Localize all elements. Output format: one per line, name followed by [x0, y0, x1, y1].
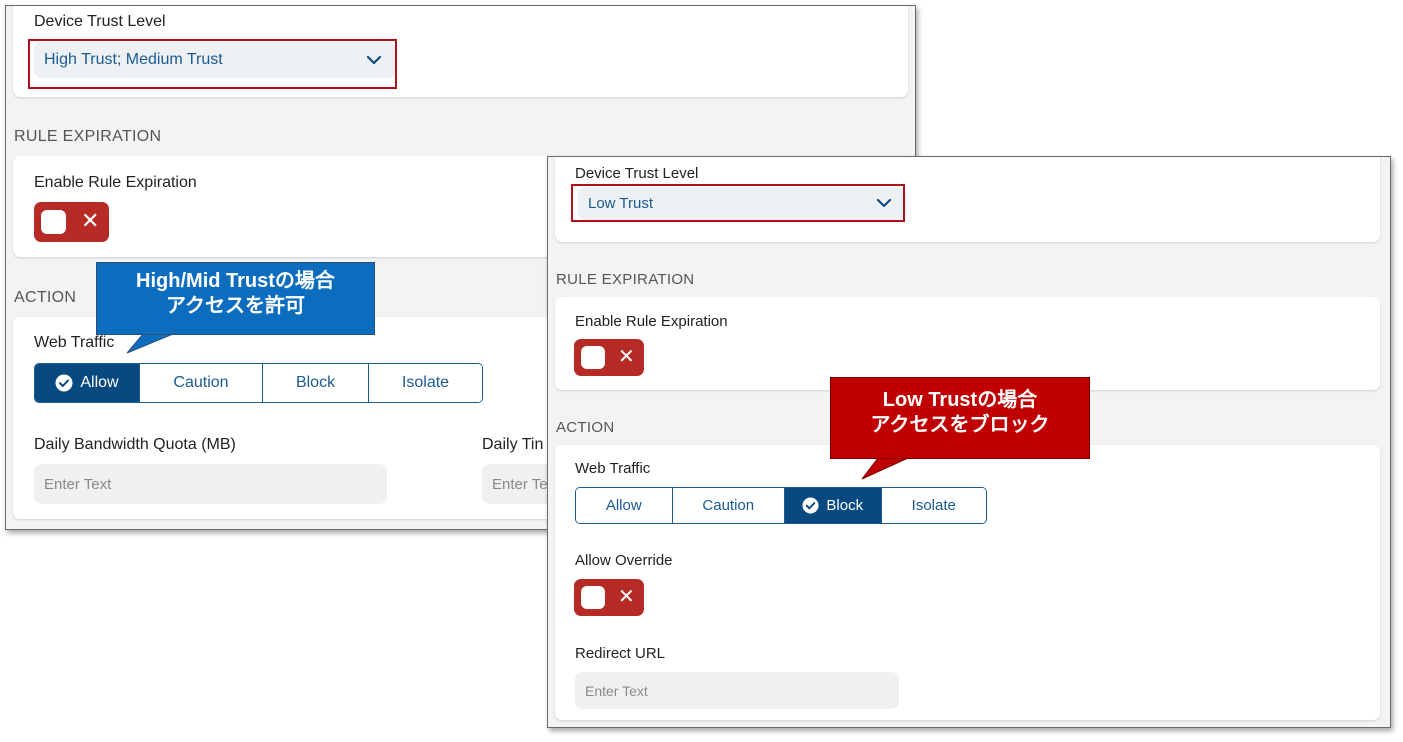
web-traffic-segmented-control: Allow Caution Block Isolate	[34, 363, 483, 403]
callout-line-1: Low Trustの場合	[882, 389, 1038, 411]
toggle-knob	[581, 346, 605, 369]
enable-rule-expiration-label: Enable Rule Expiration	[575, 313, 728, 330]
web-traffic-segmented-control: Allow Caution Block Isolate	[575, 487, 987, 524]
redirect-url-field[interactable]	[575, 672, 899, 709]
enable-rule-expiration-toggle[interactable]: ✕	[34, 202, 109, 242]
callout-high-mid-trust-allow: High/Mid Trustの場合 アクセスを許可	[96, 262, 375, 335]
callout-pointer	[126, 333, 174, 354]
web-traffic-option-caution[interactable]: Caution	[672, 488, 785, 523]
action-card: Web Traffic Allow Caution Block Isolate …	[555, 445, 1380, 720]
callout-low-trust-block: Low Trustの場合 アクセスをブロック	[830, 377, 1090, 459]
allow-override-toggle[interactable]: ✕	[574, 579, 644, 616]
device-trust-label: Device Trust Level	[34, 13, 166, 30]
toggle-knob	[41, 210, 66, 234]
allow-override-label: Allow Override	[575, 552, 673, 569]
web-traffic-option-isolate[interactable]: Isolate	[369, 364, 482, 402]
web-traffic-label: Web Traffic	[34, 334, 115, 351]
check-circle-icon	[55, 374, 73, 392]
web-traffic-option-allow[interactable]: Allow	[35, 364, 140, 402]
section-rule-expiration: RULE EXPIRATION	[556, 271, 695, 288]
web-traffic-option-caution[interactable]: Caution	[140, 364, 263, 402]
close-icon: ✕	[81, 208, 100, 233]
daily-bandwidth-quota-field[interactable]	[34, 464, 387, 504]
highlight-box	[571, 184, 905, 222]
section-action: ACTION	[14, 289, 77, 306]
device-trust-card: Device Trust Level Low Trust	[555, 157, 1380, 242]
close-icon: ✕	[618, 586, 635, 608]
callout-line-1: High/Mid Trustの場合	[136, 270, 335, 292]
callout-line-2: アクセスを許可	[166, 295, 305, 317]
web-traffic-label: Web Traffic	[575, 460, 651, 477]
highlight-box	[28, 39, 397, 89]
device-trust-label: Device Trust Level	[575, 165, 699, 182]
daily-bandwidth-quota-input[interactable]	[34, 464, 387, 504]
redirect-url-label: Redirect URL	[575, 645, 666, 662]
enable-rule-expiration-label: Enable Rule Expiration	[34, 174, 197, 191]
redirect-url-input[interactable]	[575, 672, 899, 709]
callout-pointer	[861, 457, 909, 480]
close-icon: ✕	[618, 346, 635, 368]
daily-bandwidth-quota-label: Daily Bandwidth Quota (MB)	[34, 436, 236, 453]
section-action: ACTION	[556, 419, 615, 436]
enable-rule-expiration-toggle[interactable]: ✕	[574, 339, 644, 376]
web-traffic-option-allow[interactable]: Allow	[576, 488, 673, 523]
toggle-knob	[581, 586, 605, 609]
web-traffic-option-block[interactable]: Block	[784, 488, 882, 523]
web-traffic-option-isolate[interactable]: Isolate	[881, 488, 986, 523]
device-trust-card: Device Trust Level High Trust; Medium Tr…	[13, 6, 908, 97]
web-traffic-option-block[interactable]: Block	[263, 364, 369, 402]
section-rule-expiration: RULE EXPIRATION	[14, 128, 162, 145]
daily-time-label: Daily Tin	[482, 436, 544, 453]
callout-line-2: アクセスをブロック	[870, 414, 1050, 436]
check-circle-icon	[802, 497, 819, 514]
